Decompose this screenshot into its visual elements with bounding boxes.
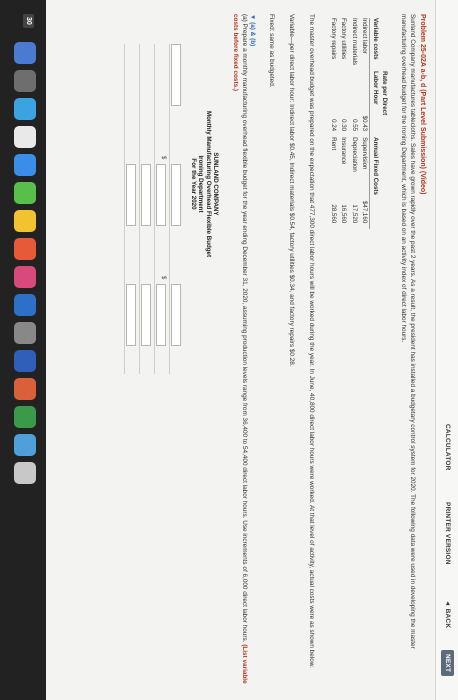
budget-name: Monthly Manufacturing Overhead Flexible … xyxy=(204,110,212,258)
header-rate: Rate per Direct Labor Hour xyxy=(369,71,389,138)
cell: 28,560 xyxy=(329,204,337,224)
notes-icon[interactable] xyxy=(14,210,36,232)
rotated-photo: CALCULATOR PRINTER VERSION ◄ BACK NEXT P… xyxy=(0,0,458,700)
cell: Indirect materials xyxy=(350,18,358,66)
budget-input[interactable] xyxy=(141,164,152,226)
taskbar: 30 xyxy=(0,0,46,700)
settings-icon[interactable] xyxy=(14,322,36,344)
safari-icon[interactable] xyxy=(14,98,36,120)
cell: 0.30 xyxy=(340,119,348,132)
budget-row xyxy=(139,44,155,374)
cell: Supervision xyxy=(360,137,368,170)
cell: $0.43 xyxy=(360,115,368,132)
launchpad-icon[interactable] xyxy=(14,70,36,92)
master-budget-text: The master overhead budget was prepared … xyxy=(308,14,316,668)
cell: 17,520 xyxy=(350,204,358,224)
zoom-icon[interactable] xyxy=(14,434,36,456)
header-blank xyxy=(369,200,389,230)
table-row: Factory repairs 0.24 Rent 28,560 xyxy=(327,18,337,229)
problem-title: Problem 25-02A a-b, d (Part Level Submis… xyxy=(419,14,426,195)
messages-icon[interactable] xyxy=(14,182,36,204)
cost-table: Variable costs Rate per Direct Labor Hou… xyxy=(327,18,389,230)
table-row: Indirect labor $0.43 Supervision $47,160 xyxy=(359,18,370,229)
back-button[interactable]: ◄ BACK xyxy=(441,596,454,632)
cell: Indirect labor xyxy=(360,18,368,54)
header-variable-costs: Variable costs xyxy=(369,18,389,72)
next-button[interactable]: NEXT xyxy=(441,650,454,677)
budget-input[interactable] xyxy=(126,284,137,346)
table-row: Indirect materials 0.55 Depreciation 17,… xyxy=(348,18,358,229)
cell: Rent xyxy=(329,137,337,151)
budget-period: For the Year 2020 xyxy=(190,158,198,210)
cell: 0.55 xyxy=(350,119,358,132)
chrome-icon[interactable] xyxy=(14,126,36,148)
budget-input[interactable] xyxy=(171,284,182,346)
budget-input[interactable] xyxy=(141,284,152,346)
browser-page: CALCULATOR PRINTER VERSION ◄ BACK NEXT P… xyxy=(46,0,458,700)
cell: Factory utilities xyxy=(340,18,348,60)
printer-version-button[interactable]: PRINTER VERSION xyxy=(441,498,454,569)
cell: 16,560 xyxy=(340,204,348,224)
appstore-icon[interactable] xyxy=(14,294,36,316)
table-row: Factory utilities 0.30 Insurance 16,560 xyxy=(338,18,348,229)
problem-intro: Sunland Company manufactures tablecloths… xyxy=(400,14,416,649)
cell: Factory repairs xyxy=(329,18,337,60)
budget-input[interactable] xyxy=(156,284,167,346)
excel-icon[interactable] xyxy=(14,406,36,428)
cell: 0.24 xyxy=(329,119,337,132)
part-ab-toggle[interactable]: ▼ (a) & (b) xyxy=(248,14,256,686)
budget-input[interactable] xyxy=(126,164,137,226)
budget-input[interactable] xyxy=(171,164,182,226)
budget-input-rows: $ $ xyxy=(124,44,185,686)
cell: Depreciation xyxy=(350,137,358,172)
toolbar: CALCULATOR PRINTER VERSION ◄ BACK NEXT xyxy=(435,0,458,700)
part-a-text: (a) Prepare a monthly manufacturing over… xyxy=(240,14,248,643)
calculator-button[interactable]: CALCULATOR xyxy=(441,420,454,475)
fixed-actual-text: Fixed: same as budgeted. xyxy=(267,14,275,88)
cell: $47,160 xyxy=(360,200,368,224)
cell: Insurance xyxy=(340,137,348,165)
dollar-sign: $ xyxy=(160,156,167,160)
photos-icon[interactable] xyxy=(14,238,36,260)
finder-icon[interactable] xyxy=(14,42,36,64)
budget-row: $ $ xyxy=(154,44,170,374)
budget-heading: SUNLAND COMPANY Monthly Manufacturing Ov… xyxy=(190,84,219,284)
powerpoint-icon[interactable] xyxy=(14,378,36,400)
word-icon[interactable] xyxy=(14,350,36,372)
budget-company: SUNLAND COMPANY xyxy=(211,152,219,216)
taskbar-badge: 30 xyxy=(23,14,34,28)
trash-icon[interactable] xyxy=(14,462,36,484)
problem-content: Problem 25-02A a-b, d (Part Level Submis… xyxy=(124,14,426,686)
header-fixed-costs: Annual Fixed Costs xyxy=(369,137,389,201)
mail-icon[interactable] xyxy=(14,154,36,176)
budget-row xyxy=(169,44,185,374)
dollar-sign: $ xyxy=(160,276,167,280)
budget-row xyxy=(124,44,140,374)
music-icon[interactable] xyxy=(14,266,36,288)
budget-input[interactable] xyxy=(156,164,167,226)
budget-input[interactable] xyxy=(171,44,182,106)
part-a-instructions: (a) Prepare a monthly manufacturing over… xyxy=(231,14,248,686)
variable-actual-text: Variable—per direct labor hour: Indirect… xyxy=(287,14,295,367)
budget-dept: Ironing Department xyxy=(197,155,205,213)
